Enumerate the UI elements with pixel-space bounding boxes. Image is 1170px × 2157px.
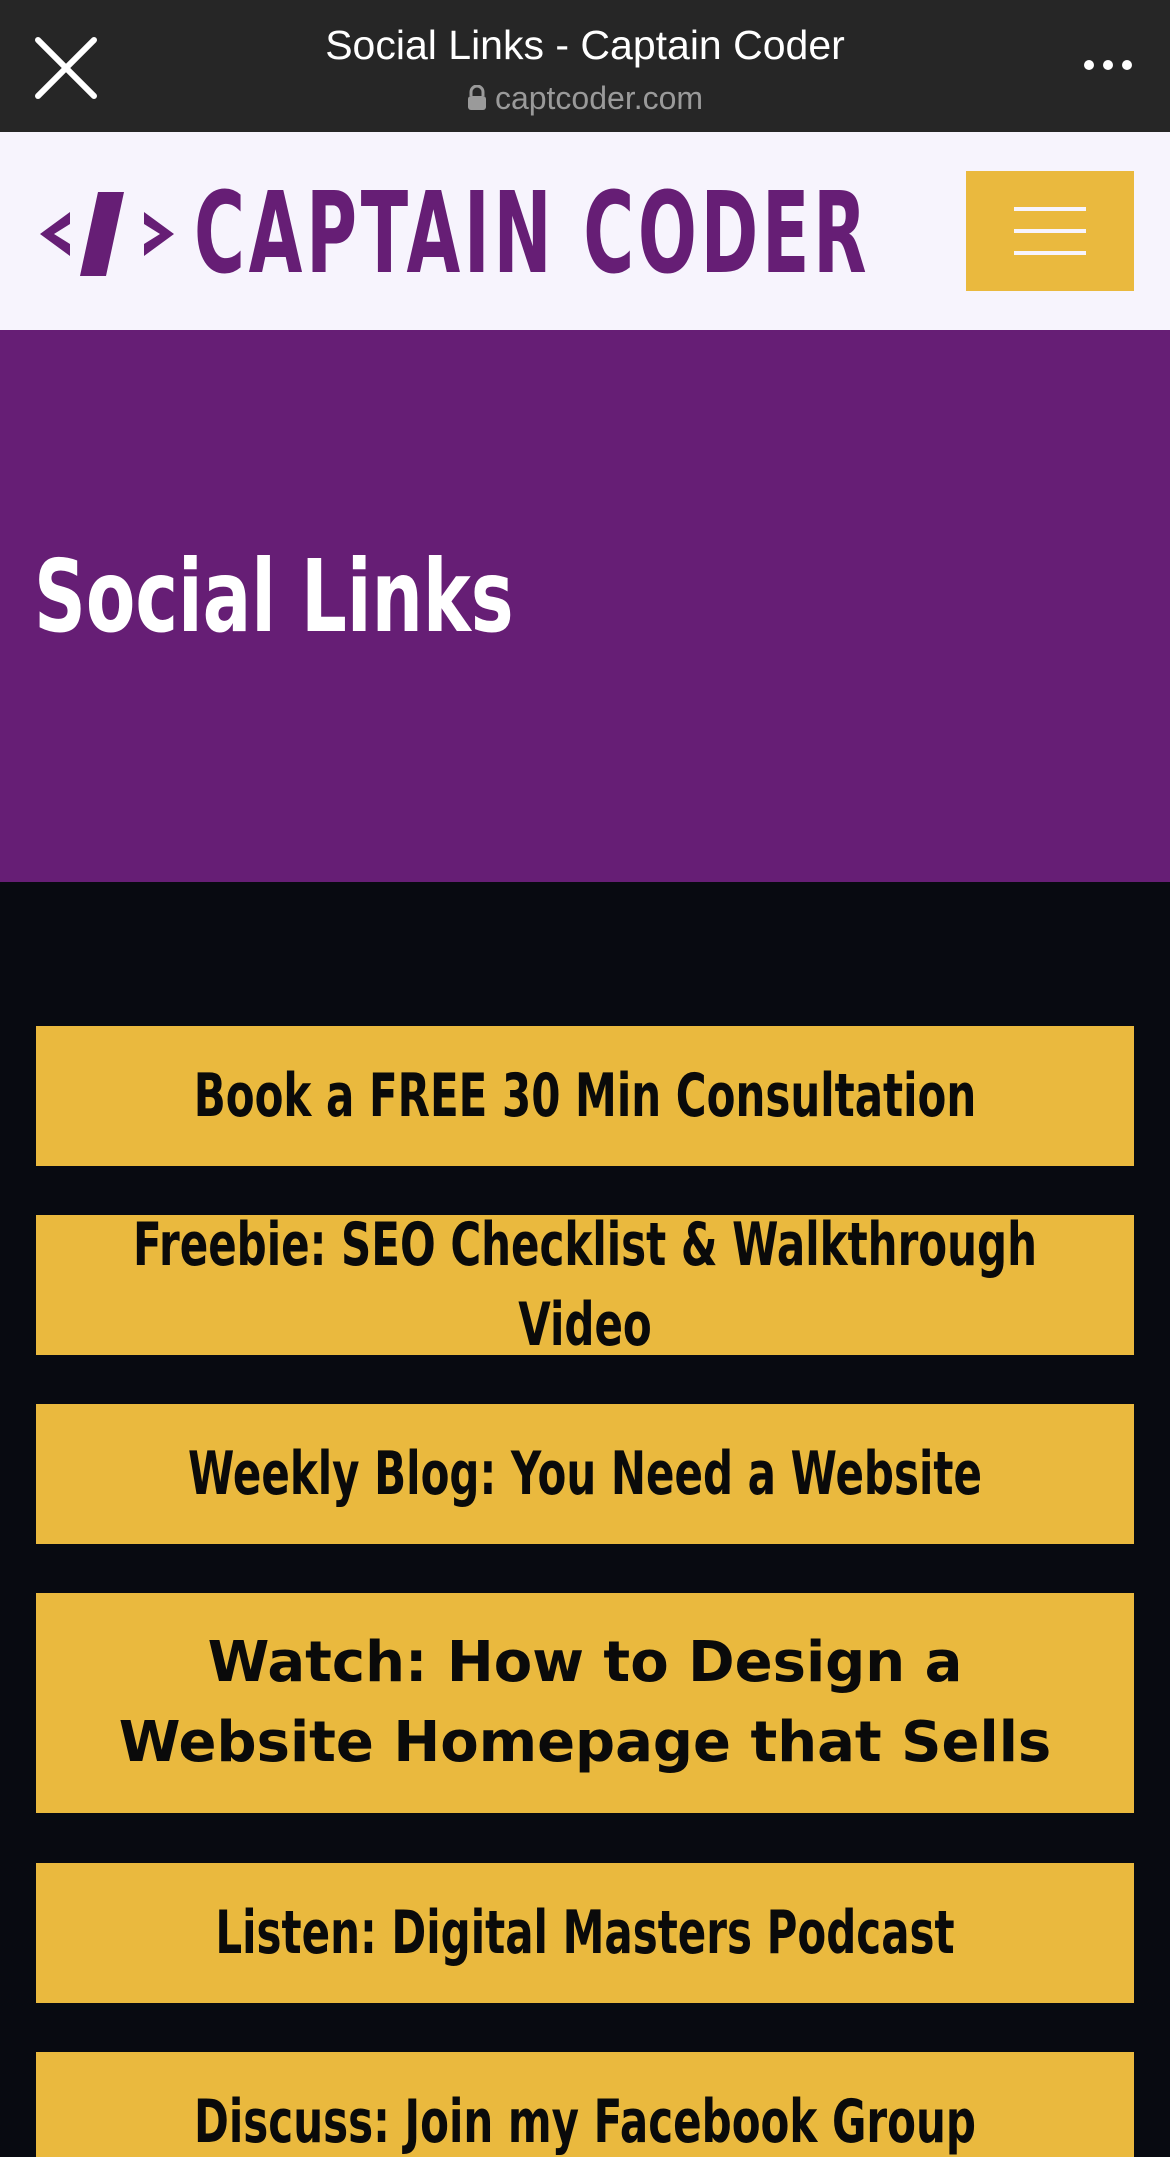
page-title: Social Links - Captain Coder (325, 22, 845, 68)
browser-toolbar: Social Links - Captain Coder captcoder.c… (0, 0, 1170, 132)
link-button-facebook-group[interactable]: Discuss: Join my Facebook Group (36, 2052, 1134, 2157)
link-button-consultation[interactable]: Book a FREE 30 Min Consultation (36, 1026, 1134, 1166)
url-text: captcoder.com (494, 80, 704, 116)
link-label: Discuss: Join my Facebook Group (194, 2087, 976, 2157)
link-button-podcast[interactable]: Listen: Digital Masters Podcast (36, 1863, 1134, 2003)
link-button-seo-checklist[interactable]: Freebie: SEO Checklist & Walkthrough Vid… (36, 1210, 1134, 1360)
more-options-button[interactable] (1078, 50, 1138, 80)
site-header: CAPTAIN CODER (0, 132, 1170, 330)
more-options-icon (1084, 60, 1132, 70)
hero-title: Social Links (34, 538, 514, 655)
link-button-watch-video[interactable]: Watch: How to Design a Website Homepage … (36, 1593, 1134, 1813)
hamburger-menu-icon (1014, 207, 1086, 255)
code-brackets-logo-icon (40, 192, 174, 276)
link-label: Book a FREE 30 Min Consultation (193, 1061, 977, 1131)
link-button-weekly-blog[interactable]: Weekly Blog: You Need a Website (36, 1404, 1134, 1544)
menu-button[interactable] (966, 171, 1134, 291)
link-label: Watch: How to Design a Website Homepage … (118, 1630, 1052, 1775)
link-label: Weekly Blog: You Need a Website (188, 1439, 982, 1509)
social-links-list: Book a FREE 30 Min Consultation Freebie:… (0, 882, 1170, 2157)
logo-wordmark: CAPTAIN CODER (194, 169, 871, 299)
link-label: Freebie: SEO Checklist & Walkthrough Vid… (132, 1210, 1038, 1360)
url-display[interactable]: captcoder.com (0, 78, 1170, 118)
link-label: Listen: Digital Masters Podcast (215, 1898, 955, 1968)
hero-banner: Social Links (0, 330, 1170, 882)
lock-icon (467, 85, 486, 110)
